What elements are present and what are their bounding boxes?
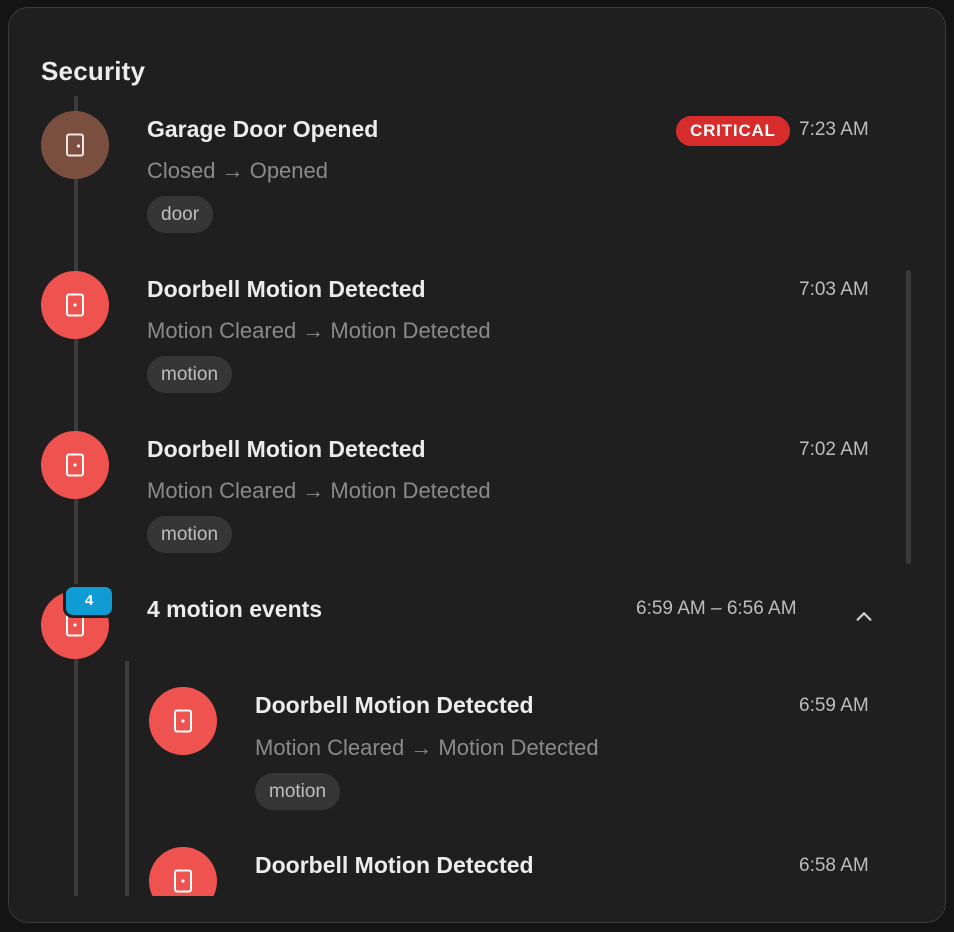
- event-avatar: [41, 111, 109, 179]
- group-time-range: 6:59 AM – 6:56 AM: [636, 598, 797, 619]
- event-tag[interactable]: motion: [147, 516, 233, 553]
- event-subtitle: Motion Cleared → Motion Detected: [147, 318, 491, 343]
- event-subtitle: Closed → Opened: [147, 158, 328, 183]
- event-avatar: [41, 431, 109, 499]
- event-tag[interactable]: motion: [147, 356, 233, 393]
- door-icon: [66, 293, 84, 317]
- door-icon: [174, 709, 192, 733]
- group-count-badge: 4: [63, 584, 115, 618]
- chevron-up-icon[interactable]: [851, 604, 877, 630]
- event-title: Doorbell Motion Detected: [147, 436, 426, 462]
- event-time: 7:02 AM: [799, 439, 869, 460]
- door-icon: [174, 869, 192, 893]
- scrollbar[interactable]: [906, 270, 911, 564]
- group-title: 4 motion events: [147, 596, 323, 622]
- event-subtitle: Motion Cleared → Motion Detected: [147, 478, 491, 503]
- event-time: 6:59 AM: [799, 695, 869, 716]
- card-title: Security: [41, 56, 146, 86]
- security-card: Security Garage Door Opened CRITICAL 7:2…: [8, 7, 946, 923]
- event-time: 7:23 AM: [799, 119, 869, 140]
- event-tag[interactable]: motion: [255, 773, 341, 810]
- event-title: Garage Door Opened: [147, 116, 379, 142]
- group-line: [125, 661, 129, 901]
- card-footer-mask: [9, 896, 945, 922]
- event-time: 7:03 AM: [799, 279, 869, 300]
- event-avatar: [149, 687, 217, 755]
- event-title: Doorbell Motion Detected: [147, 276, 426, 302]
- critical-badge: CRITICAL: [676, 116, 790, 146]
- event-tag[interactable]: door: [147, 196, 214, 233]
- event-avatar: [41, 271, 109, 339]
- door-icon: [66, 133, 84, 157]
- door-icon: [66, 453, 84, 477]
- event-subtitle: Motion Cleared → Motion Detected: [255, 735, 599, 760]
- event-title: Doorbell Motion Detected: [255, 852, 534, 878]
- event-time: 6:58 AM: [799, 855, 869, 876]
- event-title: Doorbell Motion Detected: [255, 692, 534, 718]
